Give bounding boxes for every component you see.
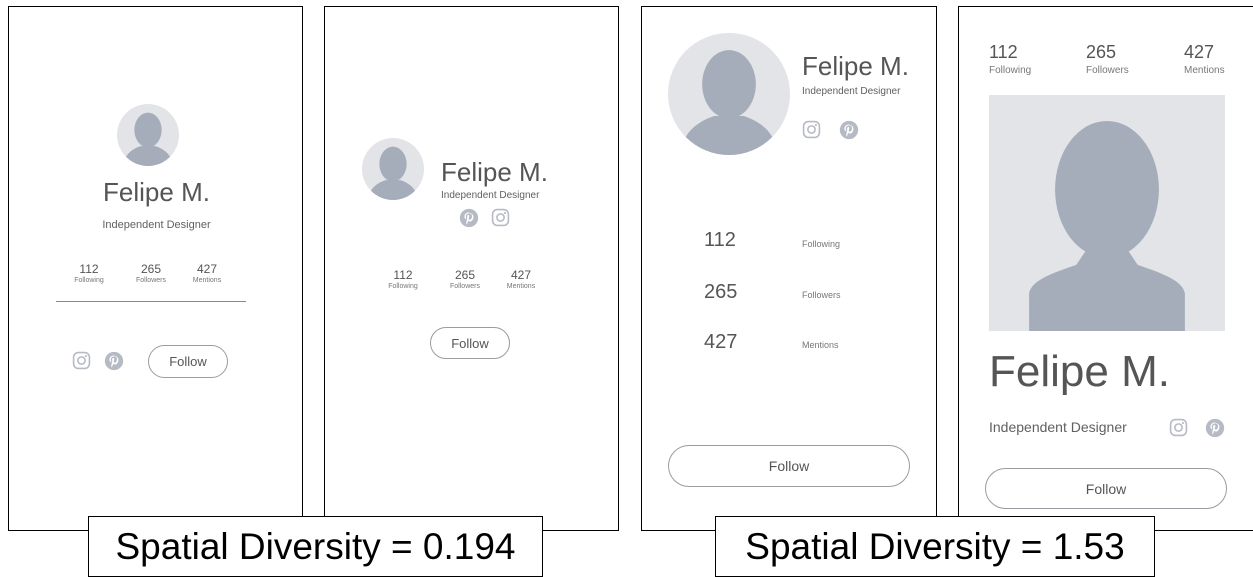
avatar-icon xyxy=(117,104,179,166)
stat-followers-value: 265 xyxy=(704,281,738,303)
stat-mentions-label: Mentions xyxy=(192,277,222,284)
avatar-icon xyxy=(668,33,790,155)
stat-following-label: Following xyxy=(989,65,1032,76)
stat-followers-label: Followers xyxy=(802,290,841,300)
profile-card-3: Felipe M. Independent Designer 112 Follo… xyxy=(641,6,937,531)
profile-name: Felipe M. xyxy=(441,157,548,187)
pinterest-icon[interactable] xyxy=(1205,418,1225,438)
profile-role: Independent Designer xyxy=(441,190,540,201)
follow-button[interactable]: Follow xyxy=(668,445,910,487)
caption-high-diversity: Spatial Diversity = 1.53 xyxy=(715,516,1155,577)
stat-followers-label: Followers xyxy=(136,277,166,284)
stat-following-label: Following xyxy=(74,277,104,284)
stat-followers-value: 265 xyxy=(140,262,162,276)
profile-card-1: Felipe M. Independent Designer 112 Follo… xyxy=(8,6,303,531)
avatar-icon xyxy=(989,95,1225,331)
stat-followers-value: 265 xyxy=(454,268,476,282)
pinterest-icon[interactable] xyxy=(839,120,859,140)
stat-following-value: 112 xyxy=(989,42,1018,62)
stat-following-value: 112 xyxy=(704,229,736,251)
stat-mentions-value: 427 xyxy=(1184,42,1215,62)
profile-role: Independent Designer xyxy=(102,219,211,231)
stat-following-label: Following xyxy=(802,239,841,249)
instagram-icon[interactable] xyxy=(1169,418,1188,437)
profile-name: Felipe M. xyxy=(103,177,210,207)
profile-name: Felipe M. xyxy=(989,347,1170,396)
stat-mentions-label: Mentions xyxy=(1184,65,1225,76)
profile-card-2: Felipe M. Independent Designer 112 Follo… xyxy=(324,6,619,531)
stat-mentions-label: Mentions xyxy=(802,340,839,350)
stat-following-label: Following xyxy=(388,283,418,290)
stat-followers-label: Followers xyxy=(1086,65,1129,76)
follow-button[interactable]: Follow xyxy=(148,345,228,378)
instagram-icon[interactable] xyxy=(491,208,510,227)
profile-card-4: 112 Following 265 Followers 427 Mentions… xyxy=(958,6,1253,531)
pinterest-icon[interactable] xyxy=(459,208,479,228)
follow-button[interactable]: Follow xyxy=(430,327,510,359)
stat-following-value: 112 xyxy=(79,262,99,276)
caption-low-diversity: Spatial Diversity = 0.194 xyxy=(88,516,543,577)
stat-mentions-label: Mentions xyxy=(506,283,536,290)
stat-followers-label: Followers xyxy=(450,283,480,290)
stats-divider xyxy=(56,301,246,302)
instagram-icon[interactable] xyxy=(802,120,821,139)
stat-following-value: 112 xyxy=(393,268,413,282)
pinterest-icon[interactable] xyxy=(104,351,124,371)
stat-mentions-value: 427 xyxy=(196,262,218,276)
profile-role: Independent Designer xyxy=(989,419,1127,435)
profile-role: Independent Designer xyxy=(802,86,901,97)
follow-button[interactable]: Follow xyxy=(985,468,1227,509)
profile-name: Felipe M. xyxy=(802,51,909,81)
stat-followers-value: 265 xyxy=(1086,42,1117,62)
instagram-icon[interactable] xyxy=(72,351,91,370)
stat-mentions-value: 427 xyxy=(704,331,738,353)
avatar-icon xyxy=(362,138,424,200)
stat-mentions-value: 427 xyxy=(510,268,532,282)
